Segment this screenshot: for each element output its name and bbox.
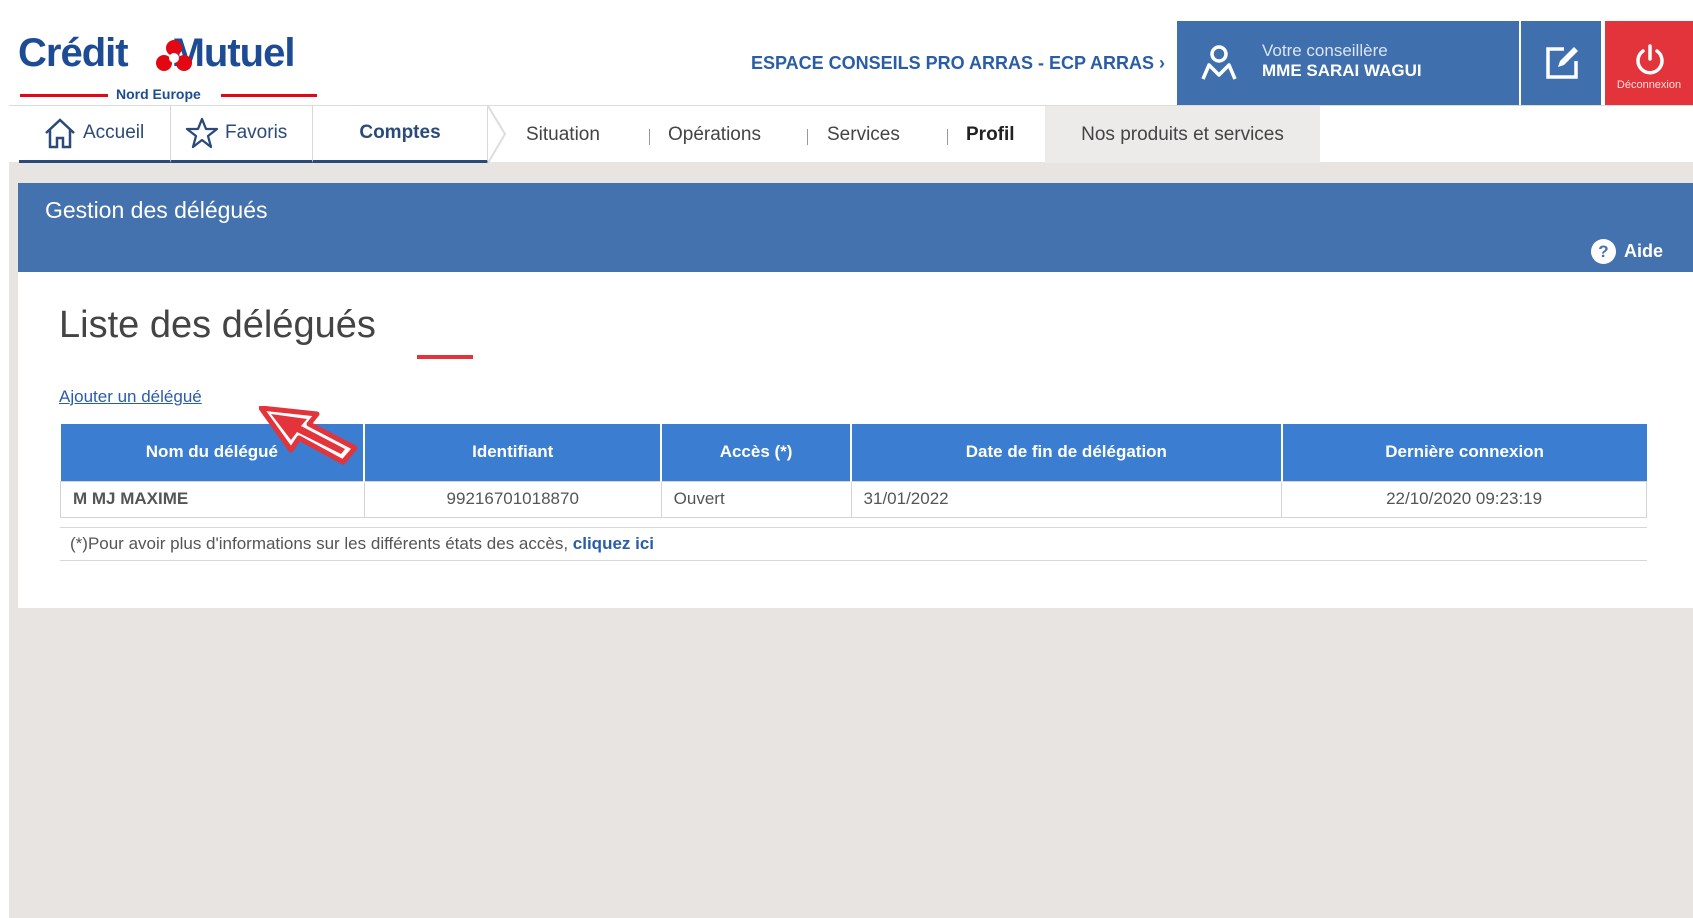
help-icon: ? bbox=[1590, 239, 1616, 264]
edit-icon bbox=[1546, 47, 1578, 79]
delegate-acces: Ouvert bbox=[660, 480, 852, 518]
delegate-date-fin: 31/01/2022 bbox=[850, 480, 1283, 518]
footnote-link[interactable]: cliquez ici bbox=[573, 534, 654, 553]
nav-profil[interactable]: Profil bbox=[966, 106, 1015, 163]
title-accent-bar bbox=[417, 355, 473, 359]
power-icon bbox=[1636, 44, 1664, 75]
home-icon bbox=[45, 118, 75, 149]
contact-advisor-button[interactable] bbox=[1521, 21, 1601, 105]
logout-button[interactable]: Déconnexion bbox=[1605, 21, 1693, 105]
header: Crédit Mutuel Nord Europe ESPACE CONSEILS… bbox=[9, 21, 1693, 105]
nav-services[interactable]: Services bbox=[827, 106, 900, 163]
delegate-identifiant: 99216701018870 bbox=[363, 480, 662, 518]
col-header-acces[interactable]: Accès (*) bbox=[661, 424, 853, 481]
logout-label: Déconnexion bbox=[1616, 79, 1682, 91]
footnote-text: (*)Pour avoir plus d'informations sur le… bbox=[70, 534, 569, 553]
section-banner: Gestion des délégués ? Aide bbox=[18, 183, 1693, 272]
nav-separator bbox=[649, 129, 650, 145]
page-title: Liste des délégués bbox=[59, 304, 376, 346]
section-title: Gestion des délégués bbox=[45, 197, 268, 223]
advisor-person-icon bbox=[1201, 45, 1237, 80]
nav-chevron-icon bbox=[487, 106, 507, 163]
col-header-derniere-connexion[interactable]: Dernière connexion bbox=[1281, 424, 1647, 481]
nav-operations[interactable]: Opérations bbox=[668, 106, 761, 163]
nav-separator bbox=[807, 129, 808, 145]
col-header-identifiant[interactable]: Identifiant bbox=[364, 424, 663, 481]
nav-separator bbox=[947, 129, 948, 145]
page: Crédit Mutuel Nord Europe ESPACE CONSEILS… bbox=[9, 21, 1693, 918]
nav-comptes[interactable]: Comptes bbox=[313, 106, 488, 163]
logo-word-1: Crédit bbox=[18, 31, 129, 75]
espace-conseils-link[interactable]: ESPACE CONSEILS PRO ARRAS - ECP ARRAS › bbox=[751, 53, 1165, 74]
help-button[interactable]: ? Aide bbox=[1590, 239, 1663, 264]
annotation-arrow-icon bbox=[259, 406, 358, 465]
col-header-date-fin[interactable]: Date de fin de délégation bbox=[851, 424, 1283, 481]
credit-mutuel-logo[interactable]: Crédit Mutuel Nord Europe bbox=[18, 31, 318, 102]
logo-subtitle: Nord Europe bbox=[116, 86, 201, 102]
nav-situation[interactable]: Situation bbox=[526, 106, 600, 163]
logo-underline-right bbox=[221, 94, 317, 97]
add-delegate-link[interactable]: Ajouter un délégué bbox=[59, 387, 202, 407]
logo-emblem-icon bbox=[156, 40, 192, 71]
logo-underline-left bbox=[20, 94, 108, 97]
advisor-panel[interactable]: Votre conseillère MME SARAI WAGUI bbox=[1177, 21, 1523, 105]
advisor-name: MME SARAI WAGUI bbox=[1262, 61, 1422, 80]
nav-accueil[interactable]: Accueil bbox=[19, 106, 171, 163]
advisor-label: Votre conseillère bbox=[1262, 41, 1388, 60]
nav-favoris-label: Favoris bbox=[225, 122, 288, 143]
help-label: Aide bbox=[1623, 241, 1663, 261]
nav-produits[interactable]: Nos produits et services bbox=[1045, 106, 1320, 163]
nav-favoris[interactable]: Favoris bbox=[171, 106, 313, 163]
main-nav: Accueil Favoris Comptes Situation Opérat… bbox=[9, 105, 1693, 163]
table-row: M MJ MAXIME 99216701018870 Ouvert 31/01/… bbox=[60, 480, 1647, 518]
star-icon bbox=[185, 117, 219, 149]
access-footnote: (*)Pour avoir plus d'informations sur le… bbox=[60, 527, 1647, 561]
nav-accueil-label: Accueil bbox=[83, 122, 145, 143]
delegate-derniere-connexion: 22/10/2020 09:23:19 bbox=[1281, 480, 1647, 518]
delegate-name-link[interactable]: M MJ MAXIME bbox=[60, 480, 365, 518]
